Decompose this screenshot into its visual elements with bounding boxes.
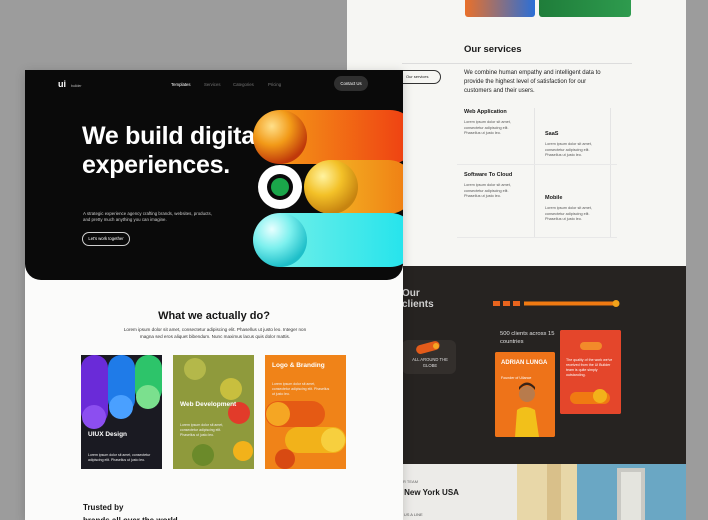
divider: [610, 108, 611, 238]
section-description: Lorem ipsum dolor sit amet, consectetur …: [123, 327, 307, 339]
lets-work-together-button[interactable]: Let's work together: [82, 232, 130, 246]
service-title: SaaS: [545, 131, 559, 137]
service-item[interactable]: SaaS Lorem ipsum dolor sit amet, consect…: [545, 131, 607, 159]
card-description: Lorem ipsum dolor sit amet, consectetur …: [88, 453, 151, 462]
testimonial-role: Founder of Uilance: [501, 376, 532, 380]
team-location: n New York USA: [397, 488, 459, 497]
divider: [402, 63, 632, 64]
services-title: Our services: [464, 44, 522, 55]
portfolio-thumbnail[interactable]: [465, 0, 535, 17]
progress-bar-decoration: [493, 300, 620, 307]
portfolio-thumbnails[interactable]: [465, 0, 631, 17]
card-title: Logo & Branding: [272, 362, 325, 369]
service-description: Lorem ipsum dolor sit amet, consectetur …: [464, 120, 511, 135]
clients-count: 500 clients across 15 countries: [500, 331, 555, 345]
card-title: UIUX Design: [88, 431, 128, 438]
card-illustration: [265, 355, 346, 469]
service-title: Web Application: [464, 109, 507, 115]
hero-section: ui builder Templates Services Categories…: [25, 70, 403, 280]
quote-card[interactable]: The quality of the work we've received f…: [560, 330, 621, 414]
divider: [457, 237, 617, 238]
divider: [457, 164, 617, 165]
nav-link-pricing[interactable]: Pricing: [268, 82, 281, 87]
divider: [534, 108, 535, 238]
service-description: Lorem ipsum dolor sit amet, consectetur …: [464, 183, 511, 198]
home-page: ui builder Templates Services Categories…: [25, 70, 403, 520]
service-title: Software To Cloud: [464, 172, 513, 178]
section-title: What we actually do?: [158, 310, 270, 322]
logo[interactable]: ui: [58, 79, 66, 89]
logo-subtitle: builder: [71, 84, 82, 88]
services-description: We combine human empathy and intelligent…: [464, 70, 601, 94]
service-description: Lorem ipsum dolor sit amet, consectetur …: [545, 142, 592, 157]
service-item[interactable]: Mobile Lorem ipsum dolor sit amet, conse…: [545, 195, 607, 223]
testimonial-card[interactable]: ADRIAN LUNGA Founder of Uilance: [495, 352, 555, 437]
globe-text: ALL AROUND THE GLOBE: [412, 357, 448, 368]
service-item[interactable]: Software To Cloud Lorem ipsum dolor sit …: [464, 172, 526, 200]
card-illustration: [81, 355, 162, 429]
contact-us-button[interactable]: Contact Us: [334, 76, 368, 91]
service-card-web[interactable]: Web Development Lorem ipsum dolor sit am…: [173, 355, 254, 469]
service-title: Mobile: [545, 195, 563, 201]
service-card-branding[interactable]: Logo & Branding Lorem ipsum dolor sit am…: [265, 355, 346, 469]
hero-3d-illustration: [253, 110, 403, 267]
testimonial-quote: The quality of the work we've received f…: [566, 358, 613, 377]
nav-link-services[interactable]: Services: [204, 82, 220, 87]
card-illustration: [173, 355, 254, 469]
card-title: Web Development: [180, 401, 237, 408]
card-description: Lorem ipsum dolor sit amet, consectetur …: [180, 423, 224, 437]
card-description: Lorem ipsum dolor sit amet, consectetur …: [272, 382, 330, 396]
trusted-heading: Trusted by brands all over the world: [83, 503, 178, 520]
nav-link-categories[interactable]: Categories: [233, 82, 254, 87]
service-card-uiux[interactable]: UIUX Design Lorem ipsum dolor sit amet, …: [81, 355, 162, 469]
service-item[interactable]: Web Application Lorem ipsum dolor sit am…: [464, 109, 526, 137]
testimonial-name: ADRIAN LUNGA: [501, 360, 548, 366]
hero-description: A strategic experience agency crafting b…: [83, 211, 212, 222]
clients-title: Our clients: [402, 288, 434, 310]
nav-link-templates[interactable]: Templates: [171, 82, 191, 87]
portfolio-thumbnail[interactable]: [539, 0, 631, 17]
service-description: Lorem ipsum dolor sit amet, consectetur …: [545, 206, 592, 221]
